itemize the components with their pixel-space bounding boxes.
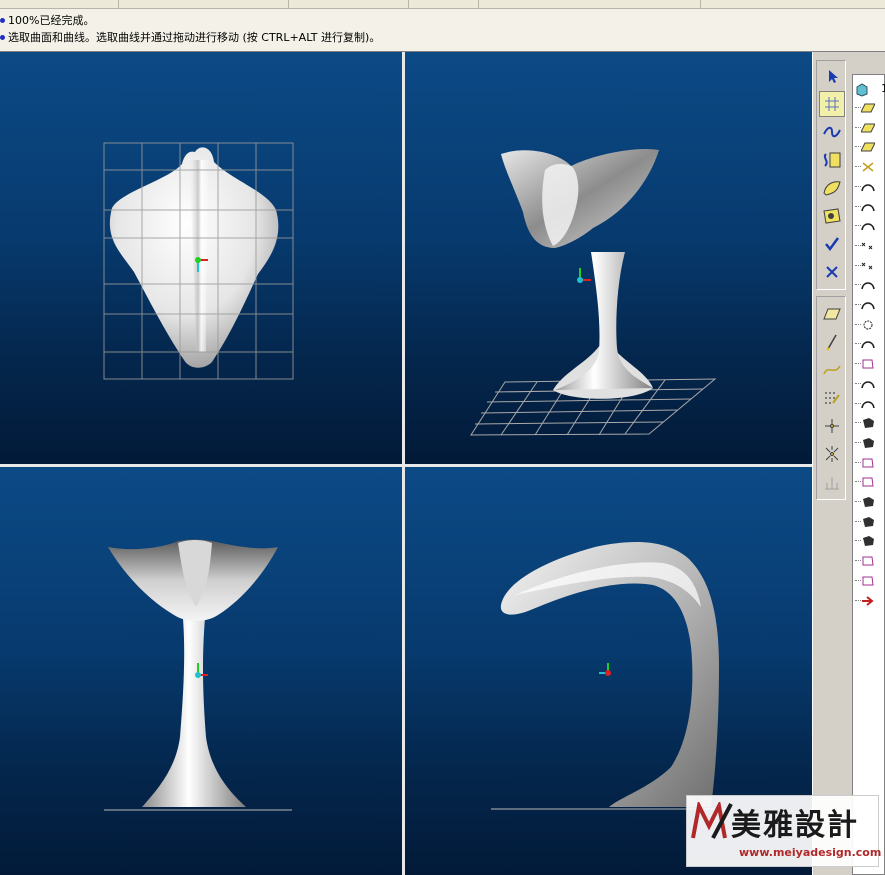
tree-item[interactable] — [853, 454, 885, 472]
surface-feature-icon — [862, 458, 874, 468]
measure-icon[interactable] — [819, 469, 845, 495]
surface-toolbar — [812, 52, 848, 875]
right-axis-triad — [599, 663, 611, 676]
surface-select-icon[interactable] — [819, 203, 845, 229]
insert-arrow-icon — [862, 595, 874, 606]
front-stem — [142, 607, 246, 807]
tree-item[interactable] — [853, 257, 885, 275]
tree-item[interactable] — [853, 335, 885, 353]
arc-feature-icon — [861, 223, 875, 231]
surface-feature-icon — [862, 359, 874, 369]
watermark-logo: 美雅設計 www.meiyadesign.com — [686, 795, 882, 867]
surface-edit-icon[interactable] — [819, 147, 845, 173]
solid-feature-icon — [863, 516, 874, 527]
explode-icon[interactable] — [819, 413, 845, 439]
message-line-2: 选取曲面和曲线。选取曲线并通过拖动进行移动 (按 CTRL+ALT 进行复制)。 — [0, 31, 380, 45]
message-bullet-icon — [0, 18, 5, 23]
plane-feature-icon — [861, 123, 875, 133]
tree-item[interactable] — [853, 572, 885, 590]
perspective-scene — [470, 148, 717, 436]
tree-item[interactable] — [853, 493, 885, 511]
logo-url: www.meiyadesign.com — [739, 846, 882, 859]
arc-feature-icon — [861, 184, 875, 191]
cancel-x-icon[interactable] — [819, 259, 845, 285]
tree-item[interactable] — [853, 355, 885, 373]
logo-mark-icon — [691, 802, 733, 839]
arc-feature-icon — [861, 400, 875, 408]
toolbar-group-create — [816, 296, 846, 500]
tree-item[interactable] — [853, 395, 885, 413]
cad-application-window: 100%已经完成。 选取曲面和曲线。选取曲线并通过拖动进行移动 (按 CTRL+… — [0, 0, 885, 875]
tree-item[interactable] — [853, 552, 885, 570]
cross-points-icon — [861, 242, 873, 250]
tree-item[interactable] — [853, 198, 885, 216]
perspective-viewport[interactable] — [405, 52, 812, 464]
perspective-axis-triad — [577, 268, 591, 283]
perspective-cup — [501, 148, 659, 248]
tree-item[interactable] — [853, 99, 885, 117]
toolbar-group-edit — [816, 60, 846, 290]
tree-root[interactable]: 1 — [853, 81, 885, 99]
plane-feature-icon — [861, 103, 875, 113]
logo-text: 美雅設計 — [731, 808, 859, 843]
point-feature-icon — [862, 162, 874, 172]
menu-strip-edge — [0, 0, 885, 9]
arc-feature-icon — [861, 341, 875, 349]
round-feature-icon — [863, 320, 873, 330]
cube-icon — [856, 83, 868, 97]
message-bullet-icon — [0, 35, 5, 40]
tree-item[interactable] — [853, 217, 885, 235]
spline-icon[interactable] — [819, 357, 845, 383]
curve-wave-icon[interactable] — [819, 119, 845, 145]
tree-item[interactable] — [853, 237, 885, 255]
plane-icon[interactable] — [819, 301, 845, 327]
message-area: 100%已经完成。 选取曲面和曲线。选取曲线并通过拖动进行移动 (按 CTRL+… — [0, 0, 885, 52]
tree-item[interactable] — [853, 276, 885, 294]
solid-feature-icon — [863, 437, 874, 448]
tree-item[interactable] — [853, 473, 885, 491]
top-view-scene — [103, 142, 294, 380]
surface-feature-icon — [862, 477, 874, 487]
tree-item[interactable] — [853, 414, 885, 432]
solid-feature-icon — [863, 497, 874, 507]
tree-item[interactable] — [853, 119, 885, 137]
arc-feature-icon — [861, 302, 875, 310]
tree-item[interactable] — [853, 375, 885, 393]
pointer-icon[interactable] — [819, 63, 845, 89]
top-view-viewport[interactable] — [0, 52, 402, 464]
tree-item[interactable] — [853, 592, 885, 610]
tree-item[interactable] — [853, 434, 885, 452]
scatter-icon[interactable] — [819, 441, 845, 467]
tree-item[interactable] — [853, 316, 885, 334]
tree-item[interactable] — [853, 158, 885, 176]
tree-item[interactable] — [853, 513, 885, 531]
message-line-1: 100%已经完成。 — [0, 14, 94, 28]
surface-patch-icon[interactable] — [819, 175, 845, 201]
surface-feature-icon — [862, 576, 874, 586]
tree-item[interactable] — [853, 296, 885, 314]
cross-points-icon — [861, 262, 873, 269]
line-icon[interactable] — [819, 329, 845, 355]
check-icon[interactable] — [819, 231, 845, 257]
plane-feature-icon — [861, 142, 875, 152]
front-view-viewport[interactable] — [0, 467, 402, 875]
model-tree-list[interactable]: 1 — [852, 74, 885, 875]
tree-item[interactable] — [853, 138, 885, 156]
perspective-stem — [555, 252, 653, 390]
arc-feature-icon — [861, 381, 875, 388]
tree-item[interactable] — [853, 178, 885, 196]
solid-feature-icon — [863, 418, 874, 429]
tree-item[interactable] — [853, 532, 885, 550]
arc-feature-icon — [861, 282, 875, 290]
solid-feature-icon — [863, 536, 874, 547]
surface-feature-icon — [862, 556, 874, 566]
viewport-splitter-horizontal[interactable] — [0, 464, 812, 467]
grid-dots-icon[interactable] — [819, 385, 845, 411]
arc-feature-icon — [861, 203, 875, 211]
control-points-icon[interactable] — [819, 91, 845, 117]
front-view-scene — [104, 539, 292, 811]
model-tree-panel: 1 — [848, 52, 885, 875]
